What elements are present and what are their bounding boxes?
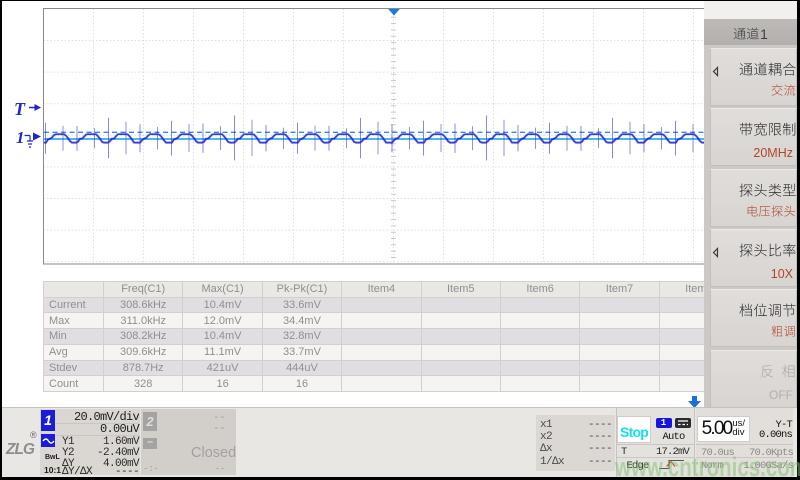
svg-text:T: T — [14, 99, 26, 119]
svg-text:1: 1 — [16, 128, 25, 147]
svg-text:ZLG: ZLG — [5, 441, 35, 458]
svg-text:®: ® — [30, 430, 37, 440]
